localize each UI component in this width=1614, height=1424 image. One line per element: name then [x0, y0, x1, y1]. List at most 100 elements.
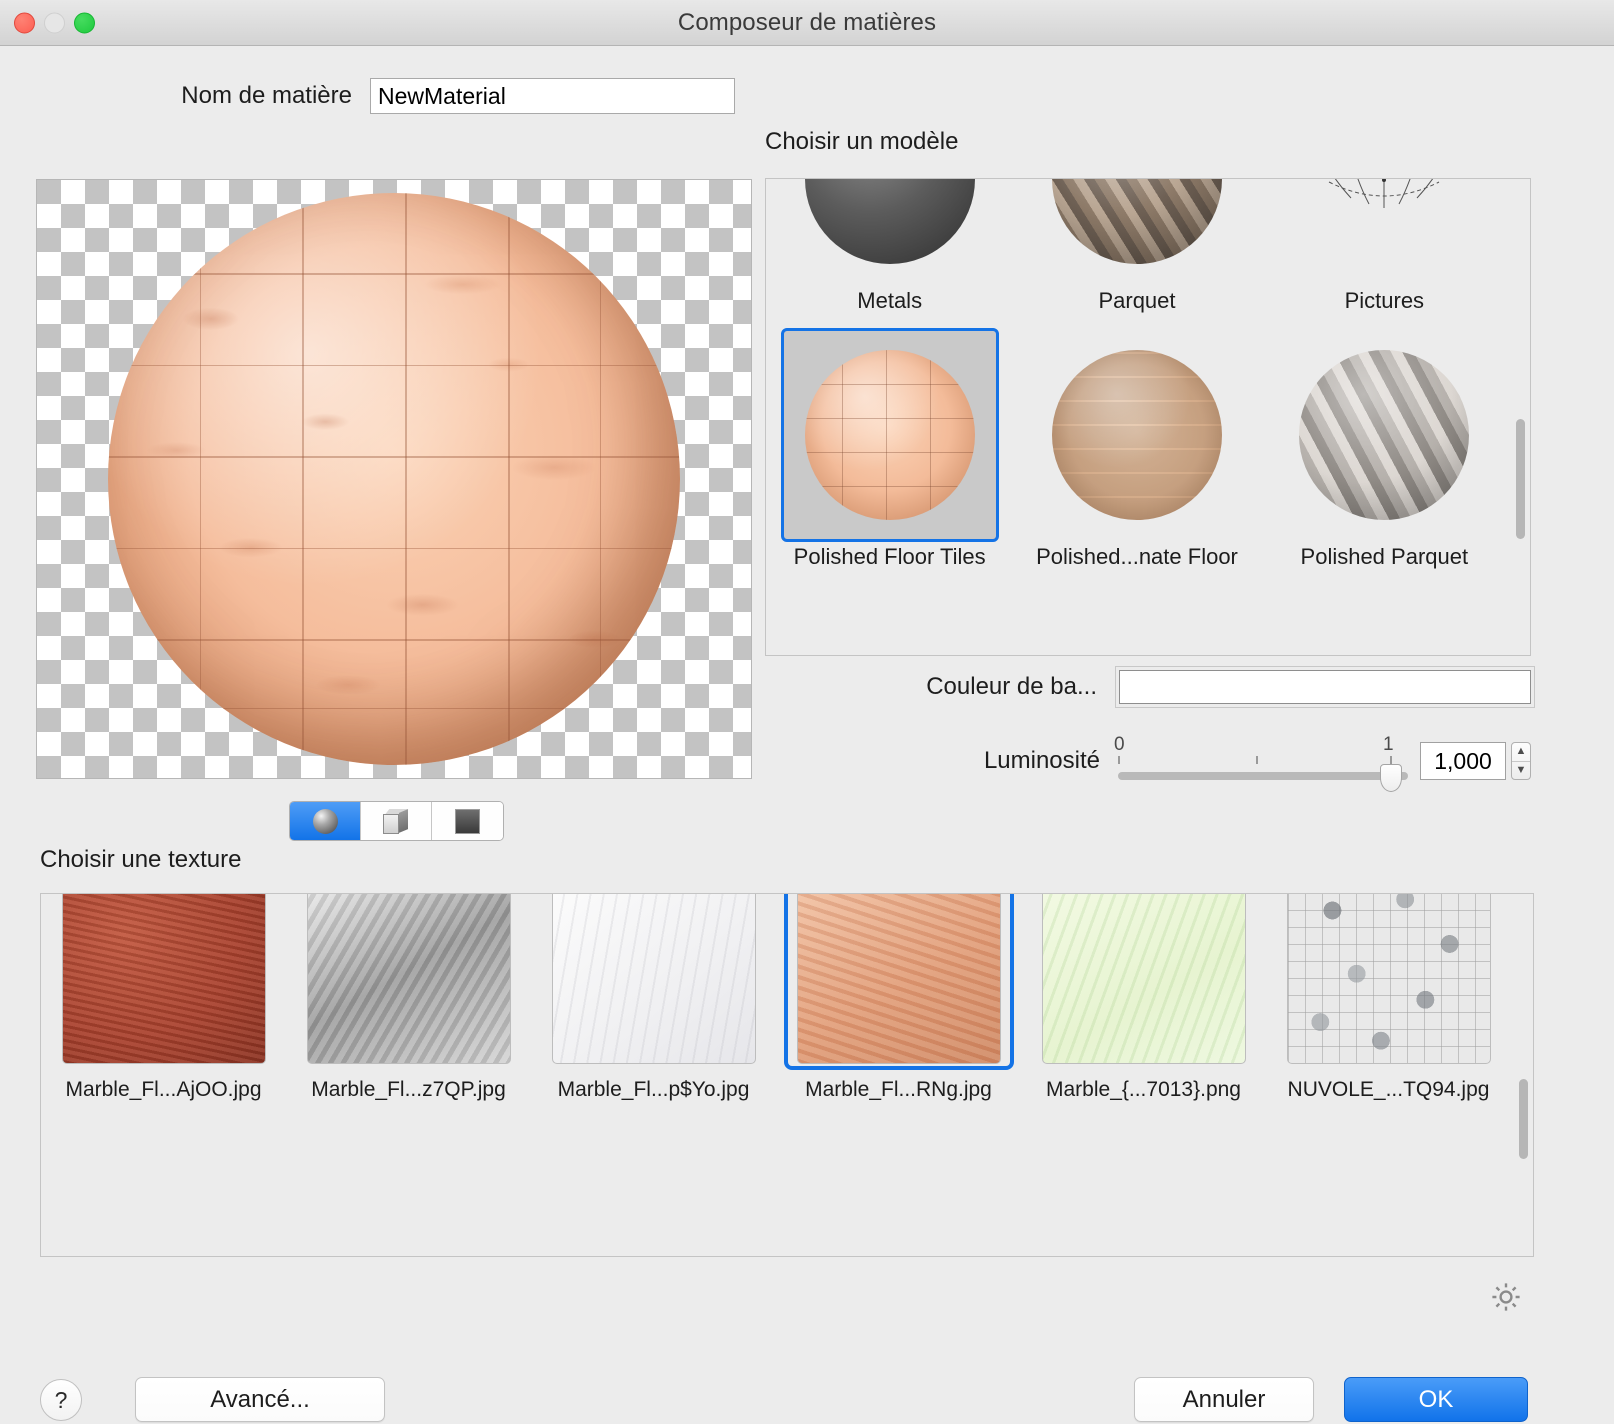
ok-button[interactable]: OK: [1344, 1377, 1528, 1422]
model-item-metals[interactable]: Metals: [766, 179, 1013, 314]
texture-cell[interactable]: Marble_Fl...5qlj5.jpg: [776, 894, 1021, 1070]
base-color-row: Couleur de ba...: [765, 670, 1531, 704]
texture-cell[interactable]: Marble_Fl...PBgt.jpg: [531, 894, 776, 1070]
texture-name: Marble_Fl...AjOO.jpg: [65, 1078, 262, 1101]
texture-grid: Marble_Fl...0GZ.jpg Marble_Fl...DGx1.jpg…: [41, 894, 1511, 1102]
texture-thumb-selected[interactable]: [783, 894, 1014, 1070]
model-thumb[interactable]: [1028, 328, 1246, 542]
model-panel-scrollbar[interactable]: [1516, 419, 1525, 539]
texture-swatch-icon: [1286, 894, 1491, 1064]
model-chooser-heading: Choisir un modèle: [765, 128, 959, 155]
luminosity-slider[interactable]: 0 1: [1114, 734, 1408, 792]
polished-floor-tiles-sphere-icon: [804, 350, 975, 520]
gear-icon: [1492, 1283, 1520, 1311]
shape-sphere-button[interactable]: [290, 802, 361, 840]
window-controls: [14, 12, 95, 33]
model-thumb[interactable]: [1028, 179, 1246, 286]
luminosity-max-tick-label: 1: [1383, 734, 1394, 755]
texture-cell[interactable]: Marble_Fl...z7QP.jpg: [286, 1070, 531, 1102]
texture-chooser-heading: Choisir une texture: [40, 846, 242, 873]
texture-swatch-icon: [796, 894, 1001, 1064]
material-name-row: Nom de matière: [0, 78, 735, 114]
model-item-parquet[interactable]: Parquet: [1013, 179, 1260, 314]
texture-swatch-icon: [61, 894, 266, 1064]
texture-thumb[interactable]: [294, 894, 524, 1070]
luminosity-stepper[interactable]: ▲ ▼: [1511, 742, 1531, 780]
texture-cell[interactable]: Marble_Fl...L93.jpg: [1266, 894, 1511, 1070]
preview-shape-selector[interactable]: [289, 801, 504, 841]
material-preview: [36, 179, 752, 779]
texture-panel-scrollbar[interactable]: [1519, 1079, 1528, 1159]
cube-icon: [382, 808, 410, 834]
luminosity-value-field[interactable]: 1,000: [1420, 742, 1506, 780]
luminosity-knob[interactable]: [1380, 764, 1402, 792]
help-button[interactable]: ?: [40, 1379, 82, 1421]
plane-icon: [455, 808, 480, 834]
texture-name: Marble_{...7013}.png: [1046, 1078, 1241, 1101]
advanced-button[interactable]: Avancé...: [135, 1377, 385, 1422]
texture-chooser-panel[interactable]: Marble_Fl...0GZ.jpg Marble_Fl...DGx1.jpg…: [40, 893, 1534, 1257]
texture-name: Marble_Fl...z7QP.jpg: [311, 1078, 506, 1101]
model-label: Pictures: [1344, 288, 1425, 313]
luminosity-row: Luminosité 0 1 1,000 ▲ ▼: [765, 734, 1531, 792]
luminosity-ticks: [1118, 756, 1408, 764]
texture-cell[interactable]: Marble_Fl...RNg.jpg: [776, 1070, 1021, 1102]
window-title: Composeur de matières: [677, 8, 937, 36]
laminate-floor-sphere-icon: [1051, 350, 1222, 520]
texture-cell[interactable]: Marble_Fl...DGx1.jpg: [286, 894, 531, 1070]
dialog-footer: ? Avancé... Annuler OK: [0, 1341, 1614, 1424]
model-grid: Metals Parquet Pictures Polished Floor T…: [766, 179, 1508, 570]
texture-cell[interactable]: NUVOLE_...TQ94.jpg: [1266, 1070, 1511, 1102]
model-label: Polished Parquet: [1300, 544, 1469, 569]
texture-name: NUVOLE_...TQ94.jpg: [1287, 1078, 1490, 1101]
model-thumb[interactable]: [1275, 179, 1493, 286]
close-button[interactable]: [14, 12, 35, 33]
model-thumb[interactable]: [781, 179, 999, 286]
texture-cell[interactable]: Marble_Fl...AjOO.jpg: [41, 1070, 286, 1102]
shape-cube-button[interactable]: [361, 802, 432, 840]
metals-sphere-icon: [804, 179, 975, 264]
texture-thumb[interactable]: [49, 894, 279, 1070]
luminosity-track[interactable]: [1118, 772, 1408, 780]
preview-grid-lines: [108, 193, 680, 765]
zoom-button[interactable]: [74, 12, 95, 33]
model-thumb-selected[interactable]: [780, 328, 999, 542]
model-item-polished-floor-tiles[interactable]: Polished Floor Tiles: [766, 320, 1013, 570]
preview-sphere: [108, 193, 680, 765]
cancel-button[interactable]: Annuler: [1134, 1377, 1314, 1422]
stepper-up-icon[interactable]: ▲: [1512, 743, 1530, 762]
parquet-sphere-icon: [1051, 179, 1222, 264]
texture-thumb[interactable]: [539, 894, 769, 1070]
stepper-down-icon[interactable]: ▼: [1512, 762, 1530, 780]
luminosity-min-tick-label: 0: [1114, 734, 1125, 755]
settings-gear-button[interactable]: [1489, 1280, 1523, 1314]
model-thumb[interactable]: [1275, 328, 1493, 542]
model-item-pictures[interactable]: Pictures: [1261, 179, 1508, 314]
texture-cell[interactable]: Marble_Fl...p$Yo.jpg: [531, 1070, 776, 1102]
model-label: Parquet: [1098, 288, 1176, 313]
texture-swatch-icon: [1041, 894, 1246, 1064]
texture-cell[interactable]: Marble_Fl...iXtAh.jpg: [1021, 894, 1266, 1070]
model-label: Polished Floor Tiles: [793, 544, 986, 569]
texture-thumb[interactable]: [1274, 894, 1504, 1070]
material-name-label: Nom de matière: [181, 82, 352, 109]
base-color-well[interactable]: [1119, 670, 1531, 704]
model-label: Metals: [857, 288, 923, 313]
model-item-polished-parquet[interactable]: Polished Parquet: [1261, 320, 1508, 570]
texture-thumb[interactable]: [1029, 894, 1259, 1070]
base-color-label: Couleur de ba...: [926, 673, 1097, 700]
texture-name: Marble_Fl...RNg.jpg: [805, 1078, 992, 1101]
polished-parquet-sphere-icon: [1299, 350, 1470, 520]
dialog-content: Nom de matière NewMaterial Choisir un mo…: [0, 46, 1614, 1424]
texture-name: Marble_Fl...p$Yo.jpg: [557, 1078, 750, 1101]
luminosity-label: Luminosité: [983, 747, 1100, 774]
texture-swatch-icon: [306, 894, 511, 1064]
model-item-polished-laminate-floor[interactable]: Polished...nate Floor: [1013, 320, 1260, 570]
minimize-button[interactable]: [44, 12, 65, 33]
material-name-input[interactable]: [370, 78, 735, 114]
texture-cell[interactable]: Marble_Fl...0GZ.jpg: [41, 894, 286, 1070]
texture-cell[interactable]: Marble_{...7013}.png: [1021, 1070, 1266, 1102]
model-chooser-panel[interactable]: Metals Parquet Pictures Polished Floor T…: [765, 178, 1531, 656]
shape-plane-button[interactable]: [432, 802, 503, 840]
texture-swatch-icon: [551, 894, 756, 1064]
